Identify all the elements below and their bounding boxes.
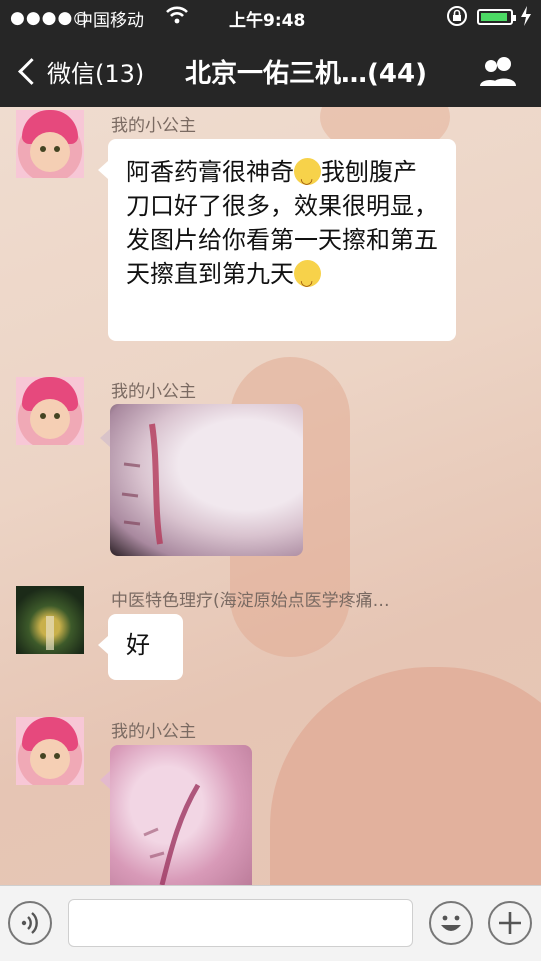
image-message[interactable] xyxy=(110,404,303,556)
carrier-name: 中国移动 xyxy=(76,11,144,31)
plus-icon xyxy=(499,912,521,934)
sender-name: 中医特色理疗(海淀原始点医学疼痛… xyxy=(111,591,390,611)
voice-button[interactable] xyxy=(8,901,52,945)
avatar[interactable] xyxy=(16,110,84,178)
status-bar: ●●●●○ 中国移动 上午9:48 xyxy=(0,0,541,34)
message-text-part: 阿香药膏很神奇 xyxy=(126,158,294,186)
group-members-icon[interactable] xyxy=(476,54,520,88)
bubble-tail xyxy=(100,429,110,447)
back-button[interactable]: 微信(13) xyxy=(14,54,144,89)
top-bar: ●●●●○ 中国移动 上午9:48 微信(13) 北京一佑三机…(44) xyxy=(0,0,541,107)
message-text: 阿香药膏很神奇我刨腹产刀口好了很多，效果很明显，发图片给你看第一天擦和第五天擦直… xyxy=(108,139,456,305)
avatar[interactable] xyxy=(16,717,84,785)
bubble-tail xyxy=(100,771,110,789)
lock-rotation-icon xyxy=(446,5,468,32)
smile-emoji-icon xyxy=(294,260,321,297)
avatar[interactable] xyxy=(16,377,84,445)
scar-photo xyxy=(143,783,201,885)
charging-bolt-icon xyxy=(520,5,532,32)
scar-photo xyxy=(121,423,163,545)
wifi-icon xyxy=(165,5,189,30)
input-toolbar xyxy=(0,885,541,961)
avatar[interactable] xyxy=(16,586,84,654)
battery-icon xyxy=(477,9,516,25)
sender-name: 我的小公主 xyxy=(111,722,196,742)
sender-name: 我的小公主 xyxy=(111,382,196,402)
chat-title: 北京一佑三机…(44) xyxy=(185,59,427,89)
message-text: 好 xyxy=(126,631,150,659)
voice-icon xyxy=(21,912,38,934)
plus-button[interactable] xyxy=(488,901,532,945)
back-chevron-icon xyxy=(18,58,45,85)
smile-emoji-icon xyxy=(294,158,321,195)
back-label: 微信(13) xyxy=(47,60,145,88)
message-bubble[interactable]: 阿香药膏很神奇我刨腹产刀口好了很多，效果很明显，发图片给你看第一天擦和第五天擦直… xyxy=(98,139,456,341)
message-bubble[interactable]: 好 xyxy=(98,614,183,680)
image-message[interactable] xyxy=(110,745,252,885)
emoji-button[interactable] xyxy=(429,901,473,945)
clock: 上午9:48 xyxy=(229,11,306,31)
message-input[interactable] xyxy=(68,899,413,947)
chat-area[interactable]: 我的小公主 阿香药膏很神奇我刨腹产刀口好了很多，效果很明显，发图片给你看第一天擦… xyxy=(0,107,541,885)
emoji-icon xyxy=(441,915,461,931)
sender-name: 我的小公主 xyxy=(111,116,196,136)
navigation-bar: 微信(13) 北京一佑三机…(44) xyxy=(0,34,541,107)
wallpaper-shape xyxy=(270,667,541,885)
